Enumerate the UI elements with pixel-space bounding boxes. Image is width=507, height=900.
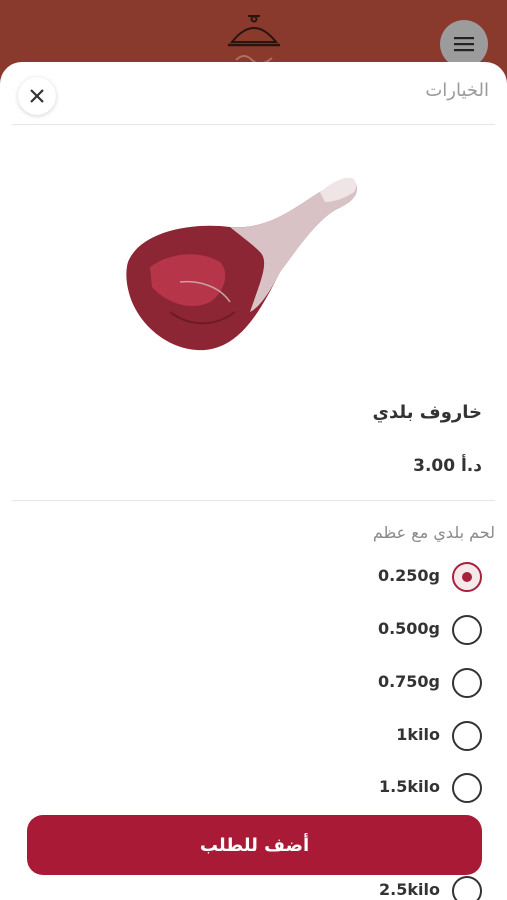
radio-button[interactable]	[452, 876, 482, 900]
radio-button[interactable]	[452, 773, 482, 803]
sheet-title: الخيارات	[425, 80, 489, 101]
product-name: خاروف بلدي	[372, 402, 482, 423]
options-sheet: الخيارات خاروف بلدي 3.00 د.أ لحم بلدي مع…	[0, 62, 507, 900]
radio-button[interactable]	[452, 668, 482, 698]
option-label: 0.500g	[377, 619, 440, 638]
radio-button[interactable]	[452, 721, 482, 751]
menu-button[interactable]	[440, 20, 488, 68]
lamb-leg-image	[126, 177, 357, 351]
option-label: 2.5kilo	[379, 880, 440, 899]
divider	[12, 500, 495, 501]
weight-option[interactable]: 1kilo	[282, 721, 482, 753]
close-button[interactable]	[18, 77, 56, 115]
option-label: 0.750g	[377, 672, 440, 691]
divider	[12, 124, 495, 125]
hamburger-menu-icon	[454, 37, 474, 52]
option-label: 1kilo	[396, 725, 440, 744]
restaurant-cloche-logo	[228, 15, 280, 65]
weight-option[interactable]: 0.250g	[282, 562, 482, 594]
add-to-order-button[interactable]: أضف للطلب	[27, 815, 482, 875]
weight-option[interactable]: 2.5kilo	[282, 876, 482, 900]
radio-button[interactable]	[452, 615, 482, 645]
option-label: 0.250g	[377, 566, 440, 585]
weight-option[interactable]: 0.500g	[282, 615, 482, 647]
radio-button[interactable]	[452, 562, 482, 592]
option-label: 1.5kilo	[379, 777, 440, 796]
weight-option[interactable]: 0.750g	[282, 668, 482, 700]
product-price: 3.00 د.أ	[413, 456, 482, 476]
close-icon	[30, 89, 44, 103]
option-group-label: لحم بلدي مع عظم	[372, 523, 495, 542]
weight-option[interactable]: 1.5kilo	[282, 773, 482, 805]
